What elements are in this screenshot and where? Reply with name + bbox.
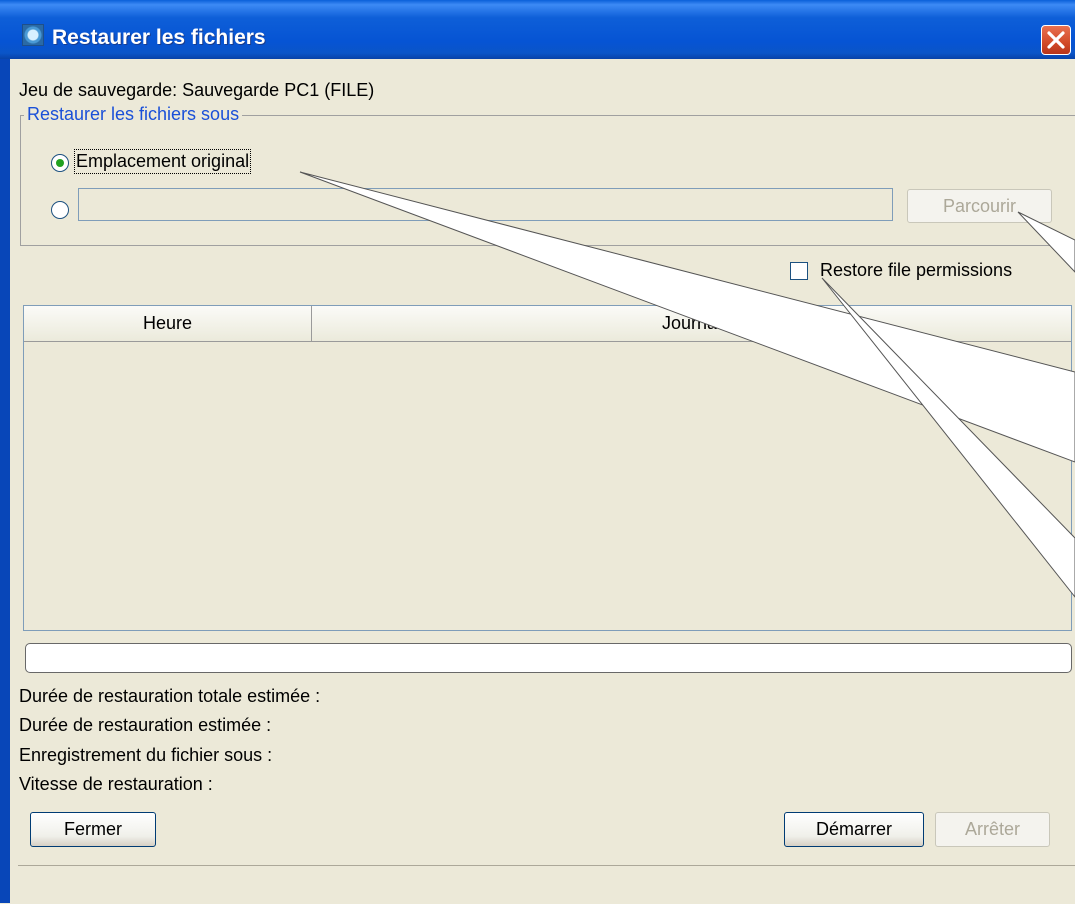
- callout-overlay: [299, 171, 1075, 598]
- callout-pointer-browse: [1017, 211, 1075, 273]
